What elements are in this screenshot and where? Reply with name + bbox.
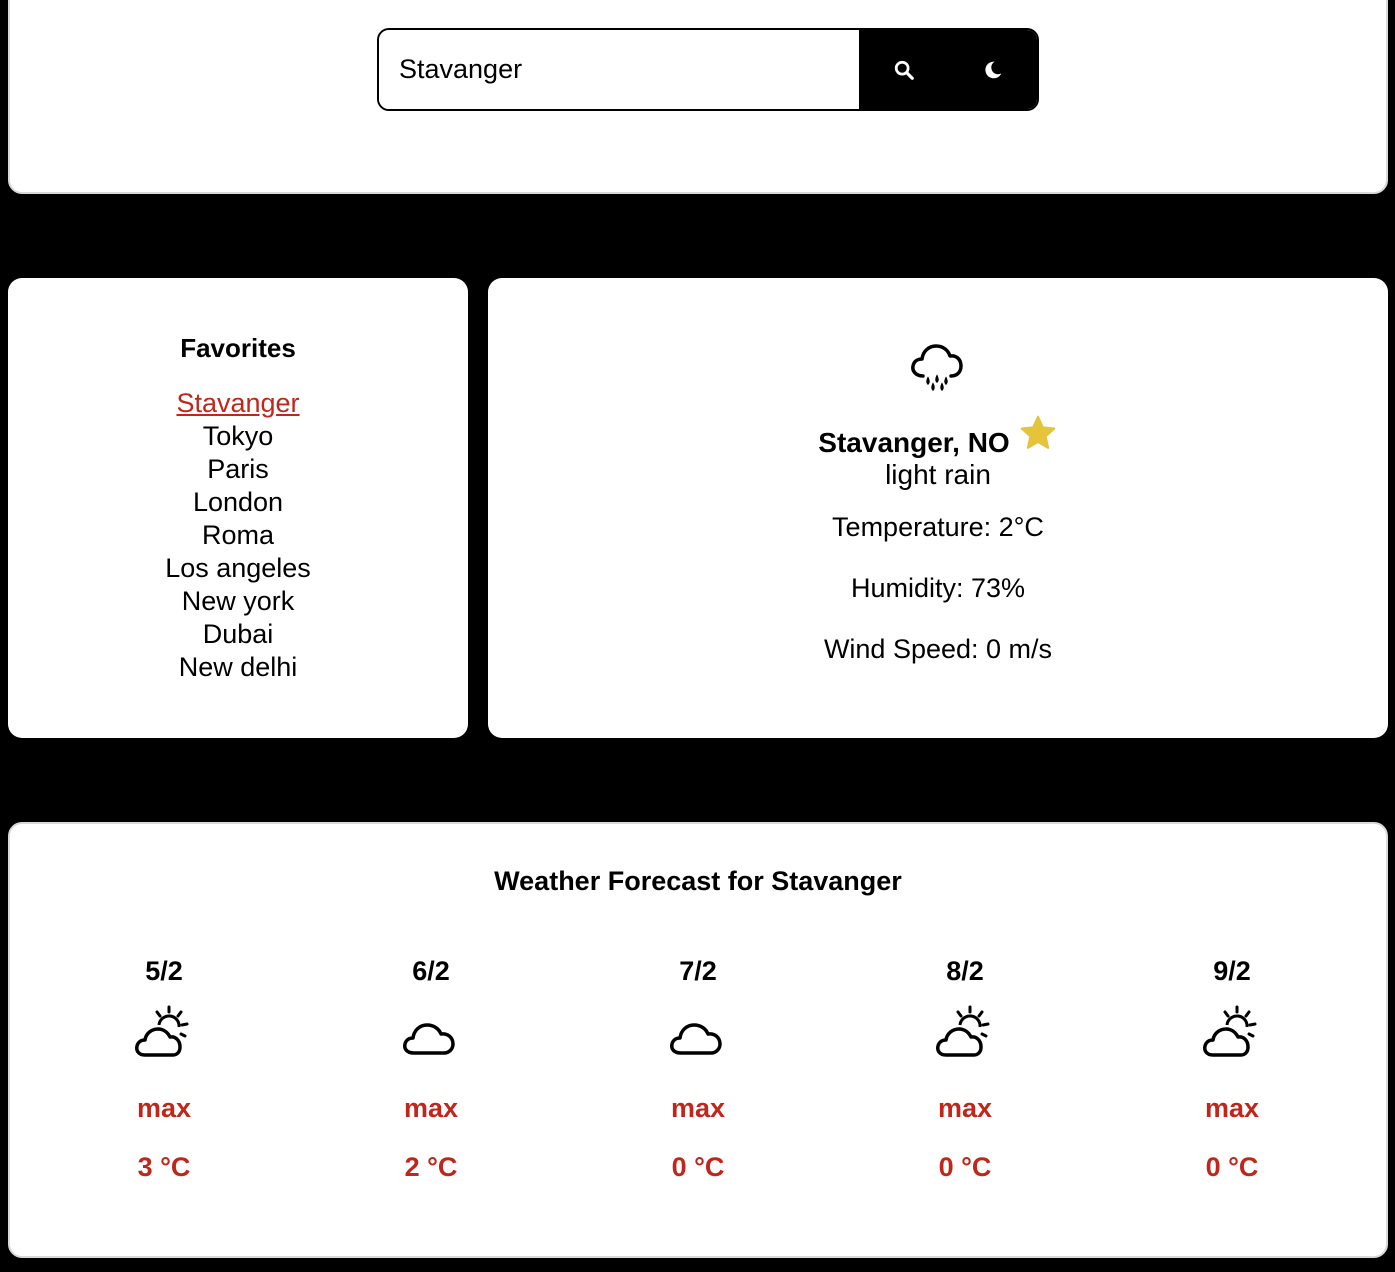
wind-speed-value: Wind Speed: 0 m/s: [823, 634, 1053, 664]
forecast-day: 9/2 max 0 °C: [1132, 956, 1332, 1183]
favorite-item[interactable]: Dubai: [8, 618, 468, 651]
favorites-panel: Favorites Stavanger Tokyo Paris London R…: [8, 278, 468, 738]
current-weather-panel: Stavanger, NO light rain Temperature: 2°…: [488, 278, 1388, 738]
partly-cloudy-icon: [135, 1005, 189, 1057]
forecast-date: 9/2: [1213, 956, 1251, 986]
forecast-date: 7/2: [679, 956, 717, 986]
cloud-icon: [403, 1023, 455, 1055]
forecast-temperature: 3 °C: [137, 1152, 191, 1182]
partly-cloudy-icon: [936, 1005, 990, 1057]
search-input[interactable]: [379, 30, 859, 109]
forecast-temperature: 0 °C: [671, 1152, 725, 1182]
forecast-max-label: max: [136, 1093, 192, 1123]
forecast-day: 7/2 max 0 °C: [598, 956, 798, 1183]
forecast-max-label: max: [403, 1093, 459, 1123]
forecast-max-label: max: [1204, 1093, 1260, 1123]
favorite-item[interactable]: Paris: [8, 453, 468, 486]
forecast-day: 5/2 max 3 °C: [64, 956, 264, 1183]
favorite-item[interactable]: London: [8, 486, 468, 519]
forecast-date: 6/2: [412, 956, 450, 986]
rain-cloud-icon: [911, 344, 963, 392]
forecast-date: 8/2: [946, 956, 984, 986]
forecast-temperature: 0 °C: [938, 1152, 992, 1182]
favorite-item[interactable]: Los angeles: [8, 552, 468, 585]
forecast-temperature: 2 °C: [404, 1152, 458, 1182]
theme-toggle-button[interactable]: [949, 30, 1037, 109]
star-icon[interactable]: [1018, 413, 1058, 453]
search-icon: [894, 60, 914, 80]
forecast-panel: Weather Forecast for Stavanger 5/2 max 3…: [8, 822, 1388, 1258]
search-button[interactable]: [859, 30, 949, 109]
favorite-item[interactable]: Roma: [8, 519, 468, 552]
temperature-value: Temperature: 2°C: [832, 512, 1044, 542]
partly-cloudy-icon: [1203, 1005, 1257, 1057]
forecast-title: Weather Forecast for Stavanger: [494, 866, 902, 896]
search-bar: [377, 28, 1039, 111]
humidity-value: Humidity: 73%: [850, 573, 1026, 603]
search-panel: [8, 0, 1388, 194]
forecast-day: 8/2 max 0 °C: [865, 956, 1065, 1183]
moon-icon: [985, 61, 1002, 78]
favorite-item[interactable]: Stavanger: [8, 387, 468, 420]
favorite-item[interactable]: New delhi: [8, 651, 468, 684]
forecast-max-label: max: [937, 1093, 993, 1123]
favorite-item[interactable]: New york: [8, 585, 468, 618]
forecast-max-label: max: [670, 1093, 726, 1123]
favorites-list: Stavanger Tokyo Paris London Roma Los an…: [8, 387, 468, 684]
favorite-item[interactable]: Tokyo: [8, 420, 468, 453]
forecast-day: 6/2 max 2 °C: [331, 956, 531, 1183]
forecast-date: 5/2: [145, 956, 183, 986]
weather-description: light rain: [885, 459, 991, 490]
forecast-temperature: 0 °C: [1205, 1152, 1259, 1182]
cloud-icon: [670, 1023, 722, 1055]
favorites-title: Favorites: [180, 333, 296, 363]
